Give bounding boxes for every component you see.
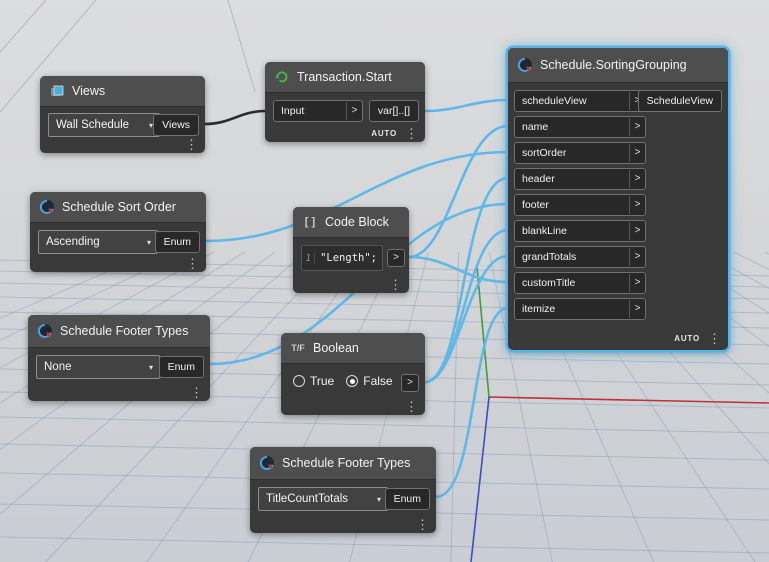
footertotals-dropdown[interactable]: TitleCountTotals ▾ bbox=[258, 487, 388, 511]
transaction-input-port[interactable]: Input > bbox=[273, 100, 363, 122]
radio-circle-icon bbox=[346, 375, 359, 387]
node-menu-icon[interactable]: ⋮ bbox=[708, 332, 721, 345]
node-boolean-header[interactable]: T/F Boolean bbox=[281, 333, 425, 364]
sortorder-output-port[interactable]: Enum bbox=[154, 231, 200, 253]
chevron-right-icon: > bbox=[629, 300, 645, 318]
footernone-dropdown-value: None bbox=[44, 361, 72, 373]
chevron-right-icon: > bbox=[629, 222, 645, 240]
node-menu-icon[interactable]: ⋮ bbox=[405, 127, 418, 140]
node-schedule-sortinggrouping[interactable]: Schedule.SortingGrouping scheduleView > … bbox=[508, 48, 728, 350]
lacing-label[interactable]: AUTO bbox=[674, 334, 700, 343]
footernone-dropdown[interactable]: None ▾ bbox=[36, 355, 160, 379]
wire-footertotals-to-itemize[interactable] bbox=[434, 306, 510, 499]
views-dropdown[interactable]: Wall Schedule ▾ bbox=[48, 113, 160, 137]
node-codeblock-header[interactable]: [ ] Code Block bbox=[293, 207, 409, 238]
node-title: Boolean bbox=[313, 341, 359, 355]
input-port-footer[interactable]: footer > bbox=[514, 194, 646, 216]
schedule-icon bbox=[37, 323, 53, 339]
wire-transaction-to-scheduleview[interactable] bbox=[423, 98, 510, 113]
transaction-icon bbox=[274, 69, 290, 85]
node-sortorder-header[interactable]: Schedule Sort Order bbox=[30, 192, 206, 223]
node-schedule-footer-types-totals[interactable]: Schedule Footer Types TitleCountTotals ▾… bbox=[250, 447, 436, 533]
node-schedule-sort-order[interactable]: Schedule Sort Order Ascending ▾ Enum ⋮ bbox=[30, 192, 206, 272]
node-boolean[interactable]: T/F Boolean True False > ⋮ bbox=[281, 333, 425, 415]
views-output-port[interactable]: Views bbox=[153, 114, 199, 136]
code-editor[interactable]: 1 "Length"; bbox=[301, 245, 383, 271]
chevron-right-icon: > bbox=[629, 144, 645, 162]
node-menu-icon[interactable]: ⋮ bbox=[405, 400, 418, 413]
chevron-right-icon: > bbox=[629, 248, 645, 266]
line-number: 1 bbox=[302, 252, 316, 264]
input-port-grandtotals[interactable]: grandTotals > bbox=[514, 246, 646, 268]
input-port-header[interactable]: header > bbox=[514, 168, 646, 190]
boolean-icon: T/F bbox=[291, 343, 305, 353]
schedule-icon bbox=[259, 455, 275, 471]
chevron-right-icon: > bbox=[393, 252, 399, 263]
node-title: Schedule Footer Types bbox=[60, 324, 189, 338]
radio-false[interactable]: False bbox=[346, 374, 393, 388]
chevron-right-icon: > bbox=[407, 377, 413, 388]
input-port-blankline[interactable]: blankLine > bbox=[514, 220, 646, 242]
input-port-itemize[interactable]: itemize > bbox=[514, 298, 646, 320]
chevron-right-icon: > bbox=[629, 274, 645, 292]
node-menu-icon[interactable]: ⋮ bbox=[185, 138, 198, 151]
chevron-right-icon: > bbox=[629, 118, 645, 136]
schedule-icon bbox=[39, 199, 55, 215]
views-dropdown-value: Wall Schedule bbox=[56, 119, 130, 131]
node-sortinggrouping-header[interactable]: Schedule.SortingGrouping bbox=[508, 48, 728, 83]
footernone-output-port[interactable]: Enum bbox=[158, 356, 204, 378]
input-port-sortorder[interactable]: sortOrder > bbox=[514, 142, 646, 164]
input-port-customtitle[interactable]: customTitle > bbox=[514, 272, 646, 294]
chevron-right-icon: > bbox=[346, 102, 362, 120]
node-footertotals-header[interactable]: Schedule Footer Types bbox=[250, 447, 436, 480]
node-menu-icon[interactable]: ⋮ bbox=[190, 386, 203, 399]
wire-boolean-to-blankline[interactable] bbox=[423, 228, 510, 384]
node-menu-icon[interactable]: ⋮ bbox=[416, 518, 429, 531]
node-title: Schedule.SortingGrouping bbox=[540, 58, 687, 72]
footertotals-output-port[interactable]: Enum bbox=[384, 488, 430, 510]
node-title: Views bbox=[72, 84, 106, 98]
boolean-output-port[interactable]: > bbox=[401, 374, 419, 392]
codeblock-output-port[interactable]: > bbox=[387, 249, 405, 267]
node-menu-icon[interactable]: ⋮ bbox=[186, 257, 199, 270]
code-block-icon: [ ] bbox=[304, 216, 316, 228]
lacing-label[interactable]: AUTO bbox=[371, 129, 397, 138]
chevron-right-icon: > bbox=[629, 196, 645, 214]
footertotals-dropdown-value: TitleCountTotals bbox=[266, 493, 349, 505]
sortorder-dropdown[interactable]: Ascending ▾ bbox=[38, 230, 158, 254]
node-code-block[interactable]: [ ] Code Block 1 "Length"; > ⋮ bbox=[293, 207, 409, 293]
wire-views-to-transaction-input[interactable] bbox=[203, 109, 267, 126]
node-menu-icon[interactable]: ⋮ bbox=[389, 278, 402, 291]
canvas[interactable]: Views Wall Schedule ▾ Views ⋮ Transactio… bbox=[0, 0, 769, 562]
node-title: Transaction.Start bbox=[297, 70, 392, 84]
input-port-name[interactable]: name > bbox=[514, 116, 646, 138]
code-text[interactable]: "Length"; bbox=[315, 252, 382, 264]
node-views-header[interactable]: Views bbox=[40, 76, 205, 107]
chevron-down-icon: ▾ bbox=[148, 362, 153, 372]
node-footernone-header[interactable]: Schedule Footer Types bbox=[28, 315, 210, 348]
node-title: Schedule Sort Order bbox=[62, 200, 176, 214]
chevron-right-icon: > bbox=[629, 170, 645, 188]
node-views[interactable]: Views Wall Schedule ▾ Views ⋮ bbox=[40, 76, 205, 153]
node-schedule-footer-types-none[interactable]: Schedule Footer Types None ▾ Enum ⋮ bbox=[28, 315, 210, 401]
output-port-scheduleview[interactable]: ScheduleView bbox=[637, 90, 722, 112]
schedule-icon bbox=[517, 57, 533, 73]
views-icon bbox=[49, 83, 65, 99]
transaction-output-port[interactable]: var[]..[] bbox=[368, 100, 419, 122]
node-transaction-start[interactable]: Transaction.Start Input > var[]..[] AUTO… bbox=[265, 62, 425, 142]
node-transaction-header[interactable]: Transaction.Start bbox=[265, 62, 425, 93]
node-title: Schedule Footer Types bbox=[282, 456, 411, 470]
wire-codeblock-to-customtitle[interactable] bbox=[407, 255, 510, 284]
radio-circle-icon bbox=[293, 375, 305, 387]
radio-true[interactable]: True bbox=[293, 374, 334, 388]
sortorder-dropdown-value: Ascending bbox=[46, 236, 100, 248]
input-port-scheduleview[interactable]: scheduleView > bbox=[514, 90, 646, 112]
node-title: Code Block bbox=[325, 215, 389, 229]
